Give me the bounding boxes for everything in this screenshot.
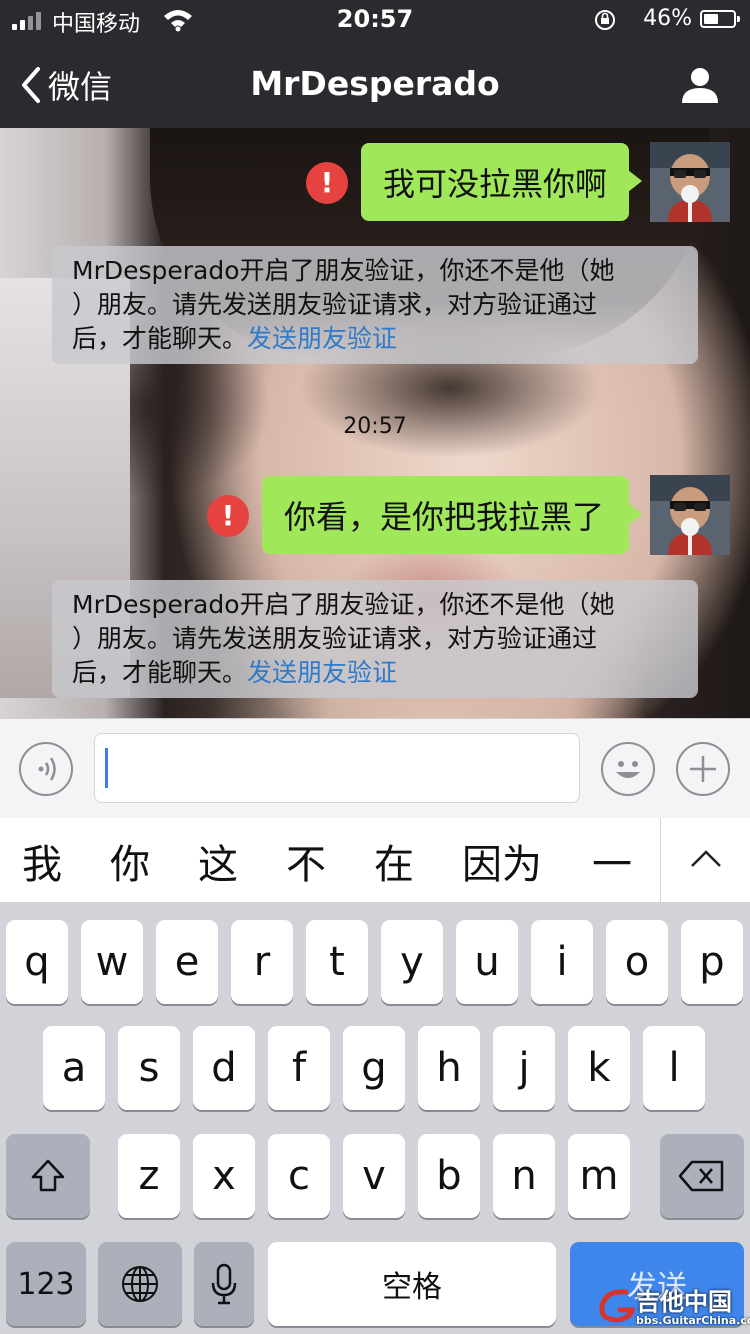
shift-icon xyxy=(31,1159,65,1192)
candidate-word[interactable]: 这 xyxy=(198,832,238,890)
key-o[interactable]: o xyxy=(606,920,668,1004)
key-a[interactable]: a xyxy=(43,1026,105,1110)
key-j[interactable]: j xyxy=(493,1026,555,1110)
message-text: 我可没拉黑你啊 xyxy=(383,165,608,203)
key-w[interactable]: w xyxy=(81,920,143,1004)
status-time: 20:57 xyxy=(336,5,414,33)
candidate-bar: 我 你 这 不 在 因为 一 xyxy=(0,818,750,903)
smiley-icon xyxy=(616,761,640,778)
system-notice: MrDesperado开启了朋友验证，你还不是他（她 ）朋友。请先发送朋友验证请… xyxy=(52,246,698,364)
key-i[interactable]: i xyxy=(531,920,593,1004)
candidate-word[interactable]: 在 xyxy=(374,832,414,890)
message-text: 你看，是你把我拉黑了 xyxy=(284,498,605,536)
key-f[interactable]: f xyxy=(268,1026,330,1110)
profile-icon[interactable] xyxy=(680,66,720,104)
emoji-button[interactable] xyxy=(601,742,655,796)
key-d[interactable]: d xyxy=(193,1026,255,1110)
avatar[interactable] xyxy=(650,142,730,222)
guitar-logo-icon xyxy=(599,1289,636,1323)
space-key[interactable]: 空格 xyxy=(268,1242,556,1326)
timestamp: 20:57 xyxy=(343,414,407,439)
input-bar xyxy=(0,718,750,819)
system-notice: MrDesperado开启了朋友验证，你还不是他（她 ）朋友。请先发送朋友验证请… xyxy=(52,580,698,698)
chevron-up-icon[interactable] xyxy=(688,844,724,874)
key-m[interactable]: m xyxy=(568,1134,630,1218)
key-g[interactable]: g xyxy=(343,1026,405,1110)
chat-area[interactable]: ! 我可没拉黑你啊 MrDesperado开启了朋友验证，你还不是他（她 ）朋友… xyxy=(0,128,750,718)
top-bar: 中国移动 20:57 46% 微信 MrDesperado xyxy=(0,0,750,128)
candidate-word[interactable]: 你 xyxy=(110,832,150,890)
voice-button[interactable] xyxy=(19,742,73,796)
key-r[interactable]: r xyxy=(231,920,293,1004)
plus-icon xyxy=(690,756,716,782)
key-v[interactable]: v xyxy=(343,1134,405,1218)
text-cursor xyxy=(105,748,108,788)
message-input[interactable] xyxy=(94,733,580,803)
key-t[interactable]: t xyxy=(306,920,368,1004)
battery-icon xyxy=(700,10,740,28)
candidate-word[interactable]: 不 xyxy=(286,832,326,890)
keyboard: q w e r t y u i o p a s d f g h j k l z … xyxy=(0,902,750,1334)
shift-key[interactable] xyxy=(6,1134,90,1218)
key-z[interactable]: z xyxy=(118,1134,180,1218)
key-n[interactable]: n xyxy=(493,1134,555,1218)
send-verification-link[interactable]: 发送朋友验证 xyxy=(247,658,397,687)
delete-key[interactable] xyxy=(660,1134,744,1218)
send-failed-icon[interactable]: ! xyxy=(306,162,348,204)
watermark-url: bbs.GuitarChina.com xyxy=(636,1314,750,1327)
candidate-word[interactable]: 因为 xyxy=(462,832,542,890)
voice-icon xyxy=(38,757,56,781)
key-e[interactable]: e xyxy=(156,920,218,1004)
watermark-brand: 吉他中国 xyxy=(636,1288,732,1316)
microphone-icon xyxy=(211,1263,237,1305)
key-k[interactable]: k xyxy=(568,1026,630,1110)
globe-icon xyxy=(122,1266,158,1302)
numbers-key[interactable]: 123 xyxy=(6,1242,86,1326)
chat-title: MrDesperado xyxy=(250,64,500,103)
outgoing-message[interactable]: 你看，是你把我拉黑了 xyxy=(262,476,642,554)
key-q[interactable]: q xyxy=(6,920,68,1004)
dictation-key[interactable] xyxy=(194,1242,254,1326)
candidate-word[interactable]: 一 xyxy=(592,832,632,890)
outgoing-message[interactable]: 我可没拉黑你啊 xyxy=(361,143,642,221)
divider xyxy=(660,818,661,902)
watermark: 吉他中国 bbs.GuitarChina.com xyxy=(596,1282,750,1332)
key-c[interactable]: c xyxy=(268,1134,330,1218)
key-x[interactable]: x xyxy=(193,1134,255,1218)
send-verification-link[interactable]: 发送朋友验证 xyxy=(247,324,397,353)
key-s[interactable]: s xyxy=(118,1026,180,1110)
key-u[interactable]: u xyxy=(456,920,518,1004)
battery-percent: 46% xyxy=(643,6,692,31)
candidate-word[interactable]: 我 xyxy=(22,832,62,890)
more-button[interactable] xyxy=(676,742,730,796)
avatar[interactable] xyxy=(650,475,730,555)
key-y[interactable]: y xyxy=(381,920,443,1004)
send-failed-icon[interactable]: ! xyxy=(207,495,249,537)
backspace-icon xyxy=(678,1160,724,1192)
key-h[interactable]: h xyxy=(418,1026,480,1110)
key-l[interactable]: l xyxy=(643,1026,705,1110)
key-b[interactable]: b xyxy=(418,1134,480,1218)
key-p[interactable]: p xyxy=(681,920,743,1004)
orientation-lock-icon xyxy=(595,10,615,30)
globe-key[interactable] xyxy=(98,1242,182,1326)
